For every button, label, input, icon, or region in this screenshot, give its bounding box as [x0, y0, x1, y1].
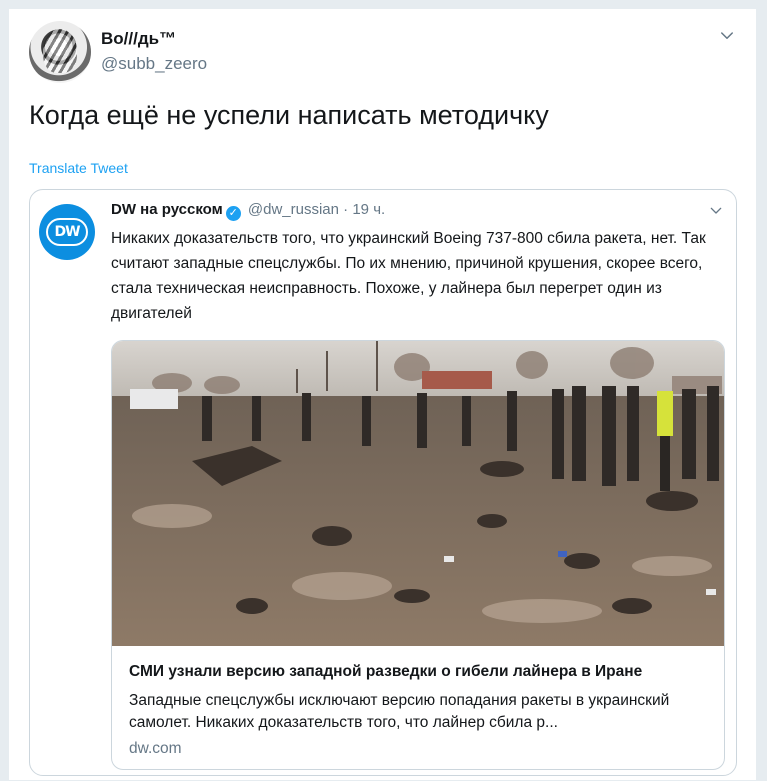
user-display-name[interactable]: Во///дь™	[101, 29, 176, 49]
quoted-tweet[interactable]: DW DW на русском ✓ @dw_russian · 19 ч. Ни…	[29, 189, 737, 776]
tweet-card: Во///дь™ @subb_zeero Когда ещё не успели…	[8, 8, 757, 781]
link-card[interactable]: СМИ узнали версию западной разведки о ги…	[111, 340, 725, 770]
card-title: СМИ узнали версию западной разведки о ги…	[129, 663, 643, 680]
user-handle[interactable]: @subb_zeero	[101, 54, 207, 74]
quoted-header: DW на русском ✓ @dw_russian · 19 ч.	[111, 201, 385, 221]
dw-logo: DW	[46, 218, 88, 246]
quoted-display-name[interactable]: DW на русском	[111, 201, 223, 218]
card-domain: dw.com	[129, 740, 182, 757]
quoted-handle[interactable]: @dw_russian	[248, 201, 339, 218]
translate-tweet-link[interactable]: Translate Tweet	[29, 160, 128, 176]
card-description: Западные спецслужбы исключают версию поп…	[129, 692, 670, 731]
separator-dot: ·	[343, 201, 349, 218]
verified-badge-icon: ✓	[225, 206, 241, 221]
dw-avatar[interactable]: DW	[39, 204, 95, 260]
chevron-down-icon[interactable]	[718, 27, 736, 45]
quoted-timestamp[interactable]: 19 ч.	[352, 201, 385, 218]
user-avatar[interactable]	[29, 21, 91, 83]
tweet-text: Когда ещё не успели написать методичку	[29, 100, 549, 130]
card-image	[112, 341, 724, 646]
quoted-text: Никаких доказательств того, что украинск…	[111, 230, 706, 322]
chevron-down-icon[interactable]	[708, 203, 724, 219]
